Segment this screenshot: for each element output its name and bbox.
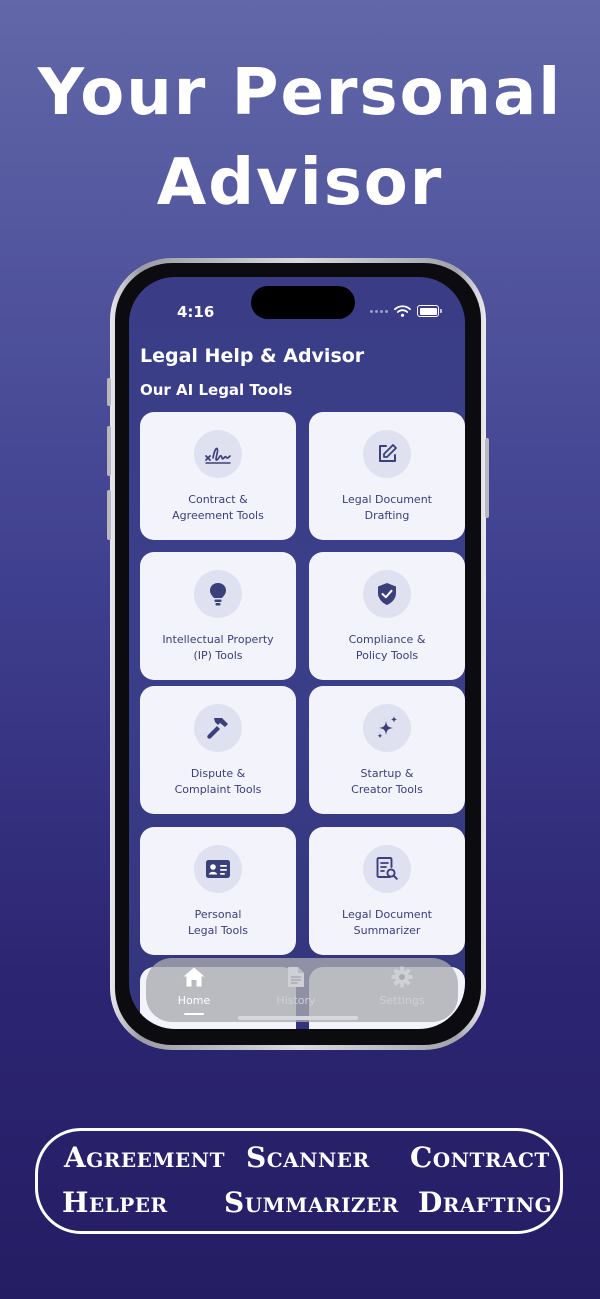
tab-history[interactable]: History <box>256 966 336 1014</box>
badge-word-summarizer: Summarizer <box>224 1186 399 1219</box>
tab-label: Settings <box>379 994 425 1007</box>
tab-active-indicator <box>184 1013 204 1015</box>
status-icons <box>370 305 442 317</box>
document-icon <box>288 967 304 987</box>
status-time: 4:16 <box>177 303 215 321</box>
shield-check-icon <box>363 570 411 618</box>
tool-card-startup-creator[interactable]: Startup & Creator Tools <box>309 686 465 814</box>
phone-frame: 4:16 Legal Help & Advisor Our AI Legal T… <box>107 258 489 1050</box>
tool-card-document-drafting[interactable]: Legal Document Drafting <box>309 412 465 540</box>
phone-mute-switch <box>107 378 111 406</box>
signal-icon <box>370 309 388 313</box>
badge-word-agreement: Agreement <box>64 1141 225 1174</box>
tool-card-label-line1: Startup & <box>360 767 414 780</box>
tool-card-label-line2: Summarizer <box>353 924 421 937</box>
sparkles-icon <box>363 704 411 752</box>
tool-card-label-line1: Personal <box>194 908 242 921</box>
document-search-icon <box>363 845 411 893</box>
tool-card-label-line2: (IP) Tools <box>193 649 243 662</box>
tool-card-label-line2: Complaint Tools <box>174 783 262 796</box>
phone-volume-down <box>107 490 111 540</box>
home-indicator <box>238 1016 358 1020</box>
section-title: Our AI Legal Tools <box>140 381 293 399</box>
badge-word-scanner: Scanner <box>246 1141 370 1174</box>
tool-card-personal-legal[interactable]: Personal Legal Tools <box>140 827 296 955</box>
app-screen: 4:16 Legal Help & Advisor Our AI Legal T… <box>129 277 465 1029</box>
lightbulb-icon <box>194 570 242 618</box>
headline-line-1: Your Personal <box>37 56 563 130</box>
tool-card-label-line1: Legal Document <box>342 908 432 921</box>
tool-card-compliance-policy[interactable]: Compliance & Policy Tools <box>309 552 465 680</box>
tool-card-label-line1: Compliance & <box>348 633 426 646</box>
tab-bar: Home History Settings <box>146 958 458 1022</box>
tab-settings[interactable]: Settings <box>362 966 442 1014</box>
tool-card-contract-agreement[interactable]: Contract & Agreement Tools <box>140 412 296 540</box>
tool-card-label-line1: Contract & <box>188 493 248 506</box>
tool-card-document-summarizer[interactable]: Legal Document Summarizer <box>309 827 465 955</box>
phone-volume-up <box>107 426 111 476</box>
tool-card-label-line1: Dispute & <box>190 767 246 780</box>
badge-word-drafting: Drafting <box>418 1186 553 1219</box>
tab-label: Home <box>177 994 211 1007</box>
tool-card-label-line2: Creator Tools <box>351 783 423 796</box>
tool-card-label-line2: Legal Tools <box>187 924 249 937</box>
app-title: Legal Help & Advisor <box>140 345 365 367</box>
home-icon <box>183 967 205 987</box>
dynamic-island <box>251 286 355 319</box>
tool-card-intellectual-property[interactable]: Intellectual Property (IP) Tools <box>140 552 296 680</box>
badge-word-helper: Helper <box>62 1186 168 1219</box>
tab-home[interactable]: Home <box>154 966 234 1015</box>
hammer-icon <box>194 704 242 752</box>
badge-word-contract: Contract <box>410 1141 550 1174</box>
phone-power-button <box>485 438 489 518</box>
tool-card-label-line1: Intellectual Property <box>162 633 274 646</box>
signature-icon <box>194 430 242 478</box>
tool-card-label-line2: Policy Tools <box>355 649 419 662</box>
id-card-icon <box>194 845 242 893</box>
tab-label: History <box>276 994 316 1007</box>
tool-card-label-line1: Legal Document <box>342 493 432 506</box>
battery-icon <box>417 305 442 317</box>
tool-card-dispute-complaint[interactable]: Dispute & Complaint Tools <box>140 686 296 814</box>
edit-document-icon <box>363 430 411 478</box>
tool-card-label-line2: Drafting <box>364 509 410 522</box>
tool-card-label-line2: Agreement Tools <box>172 509 264 522</box>
wifi-icon <box>394 305 411 317</box>
gear-icon <box>391 966 413 988</box>
feature-badge: Agreement Scanner Contract Helper Summar… <box>35 1128 563 1234</box>
headline-line-2: Advisor <box>156 146 444 220</box>
